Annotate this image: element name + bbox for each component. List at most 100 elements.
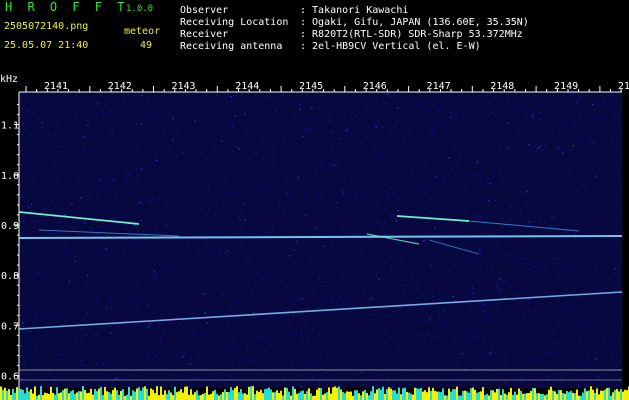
level-bar-segment [294, 388, 296, 400]
level-bar-segment [90, 388, 92, 400]
level-bar-segment [262, 393, 264, 400]
time-tick-label: 2147 [427, 81, 451, 92]
level-bar-segment [320, 388, 322, 400]
level-bar-segment [38, 394, 40, 400]
level-bar-segment [512, 394, 514, 400]
level-bar-segment [24, 393, 26, 400]
level-bar-segment [102, 395, 104, 400]
level-bar-segment [78, 391, 80, 400]
level-bar-segment [206, 386, 208, 400]
level-bar-segment [532, 388, 534, 400]
time-tick-label: 2150 [618, 81, 629, 92]
level-bar-segment [8, 389, 10, 400]
level-bar-segment [136, 388, 138, 400]
level-bar-segment [114, 387, 116, 400]
level-bar-segment [606, 388, 608, 400]
axis-ticks [14, 86, 622, 388]
level-bar-segment [520, 390, 522, 400]
level-bar-segment [476, 392, 478, 400]
level-bar-segment [404, 387, 406, 400]
level-bar-segment [314, 395, 316, 400]
level-bar-segment [86, 393, 88, 400]
level-bar-segment [458, 395, 460, 400]
level-bar-segment [568, 392, 570, 400]
level-bar-segment [546, 394, 548, 400]
level-bar-segment [18, 387, 20, 400]
level-bar-segment [106, 391, 108, 400]
level-bar-segment [282, 395, 284, 400]
level-bar-segment [554, 391, 556, 400]
level-bar-segment [286, 387, 288, 400]
level-bar-segment [348, 391, 350, 400]
level-bar-segment [370, 391, 372, 400]
level-bar-segment [264, 389, 266, 400]
level-bar-segment [156, 386, 158, 400]
level-bar-segment [418, 388, 420, 400]
level-bar-segment [548, 389, 550, 400]
level-bar-segment [242, 393, 244, 400]
freq-tick-label: 1.1 [1, 121, 19, 132]
level-bar-segment [44, 392, 46, 400]
level-bar-segment [454, 389, 456, 400]
level-bar-segment [562, 393, 564, 400]
level-bar-segment [178, 391, 180, 400]
level-bar-segment [244, 393, 246, 400]
level-bar-segment [0, 386, 2, 400]
level-bar-segment [130, 395, 132, 400]
level-bar-segment [302, 390, 304, 400]
level-bar-segment [128, 387, 130, 400]
level-bar-segment [378, 388, 380, 400]
level-bar-segment [516, 394, 518, 400]
level-bar-segment [612, 392, 614, 400]
level-bar-segment [308, 388, 310, 400]
level-bar-segment [124, 395, 126, 400]
level-bar-segment [448, 388, 450, 400]
level-bar-segment [440, 392, 442, 400]
level-bar-segment [540, 394, 542, 400]
level-bar-segment [442, 388, 444, 400]
axis-labels: kHz 2141 2142 2143 2144 2145 2146 2147 2148 2149 2… [0, 74, 629, 383]
level-bar-segment [336, 387, 338, 400]
level-bar-segment [66, 388, 68, 400]
level-bar-segment [598, 394, 600, 400]
level-bar-segment [536, 393, 538, 400]
level-bar-segment [428, 387, 430, 400]
level-bar-segment [436, 391, 438, 400]
level-bar-segment [230, 387, 232, 400]
level-bar-segment [584, 388, 586, 400]
level-bar-segment [150, 388, 152, 400]
level-bar-segment [218, 395, 220, 400]
level-bar-segment [412, 394, 414, 400]
level-bar-segment [614, 389, 616, 400]
level-bar-segment [578, 395, 580, 400]
level-bar-segment [484, 395, 486, 400]
time-tick-label: 2143 [171, 81, 195, 92]
level-bar-segment [354, 390, 356, 400]
level-bar-segment [174, 386, 176, 400]
level-bar-segment [438, 391, 440, 400]
level-bar-segment [310, 393, 312, 400]
level-bar-segment [388, 387, 390, 400]
level-bar-segment [508, 392, 510, 400]
level-bar-segment [48, 393, 50, 400]
level-bar-segment [4, 387, 6, 400]
level-bar-segment [556, 394, 558, 400]
level-bar-segment [622, 391, 624, 400]
level-bar-segment [116, 390, 118, 400]
level-bar-segment [292, 386, 294, 400]
level-bar-segment [56, 387, 58, 400]
level-bar-segment [432, 387, 434, 400]
level-bar-segment [408, 392, 410, 400]
level-bar-segment [110, 393, 112, 400]
level-bar-segment [208, 394, 210, 400]
level-bar-segment [490, 390, 492, 400]
level-bar-segment [64, 388, 66, 400]
time-tick-label: 2146 [363, 81, 387, 92]
level-bar-segment [122, 389, 124, 400]
level-bar-segment [596, 388, 598, 400]
level-bar-segment [196, 390, 198, 400]
level-bar-segment [104, 387, 106, 400]
level-bar-segment [398, 387, 400, 400]
level-bar-segment [504, 393, 506, 400]
level-bar-segment [492, 390, 494, 400]
